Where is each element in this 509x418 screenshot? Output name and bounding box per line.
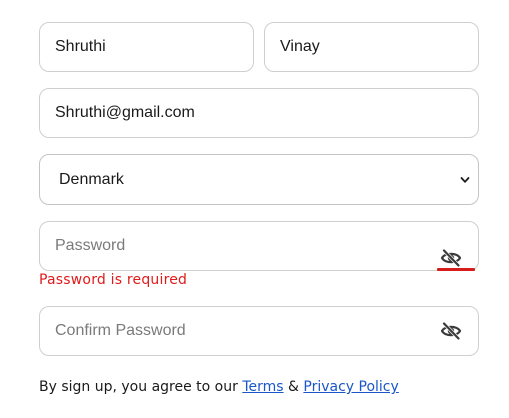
password-error-message: Password is required <box>39 272 188 288</box>
chevron-down-icon <box>460 176 470 183</box>
terms-agreement: By sign up, you agree to our Terms & Pri… <box>39 379 399 395</box>
eye-slash-icon[interactable] <box>440 249 462 267</box>
country-selected-value: Denmark <box>59 170 124 188</box>
first-name-field[interactable]: Shruthi <box>39 22 254 72</box>
eye-toggle-focus-underline <box>437 268 475 271</box>
last-name-value: Vinay <box>280 38 320 55</box>
confirm-password-placeholder: Confirm Password <box>55 322 186 339</box>
email-value: Shruthi@gmail.com <box>55 104 195 121</box>
eye-slash-icon[interactable] <box>440 322 462 340</box>
terms-prefix: By sign up, you agree to our <box>39 379 238 395</box>
privacy-policy-link[interactable]: Privacy Policy <box>303 379 398 395</box>
email-field[interactable]: Shruthi@gmail.com <box>39 88 479 138</box>
password-field[interactable]: Password <box>39 221 479 271</box>
password-placeholder: Password <box>55 237 126 254</box>
first-name-value: Shruthi <box>55 38 106 55</box>
last-name-field[interactable]: Vinay <box>264 22 479 72</box>
terms-separator: & <box>288 379 299 395</box>
country-select[interactable]: Denmark <box>39 154 479 205</box>
confirm-password-field[interactable]: Confirm Password <box>39 306 479 356</box>
terms-link[interactable]: Terms <box>242 379 283 395</box>
